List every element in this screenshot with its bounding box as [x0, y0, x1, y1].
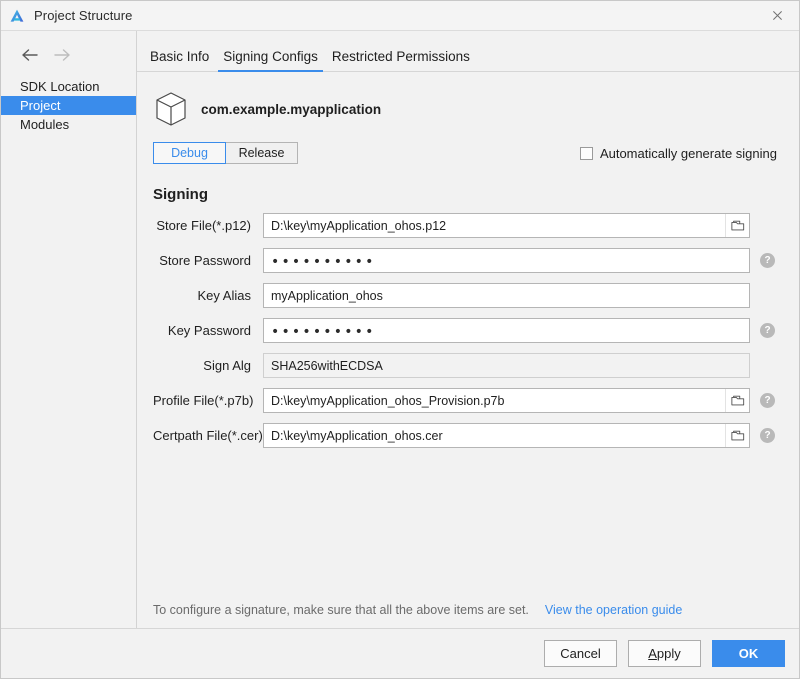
label-profile-file: Profile File(*.p7b) — [153, 393, 254, 408]
apply-button[interactable]: Apply — [628, 640, 701, 667]
package-cube-icon — [153, 90, 189, 128]
sidebar-item-sdk-location[interactable]: SDK Location — [1, 77, 136, 96]
label-sign-alg: Sign Alg — [203, 358, 251, 373]
help-icon-store-password[interactable]: ? — [760, 253, 775, 268]
nav-arrows — [1, 41, 136, 77]
help-icon-certpath-file[interactable]: ? — [760, 428, 775, 443]
package-header: com.example.myapplication — [137, 72, 799, 128]
close-icon[interactable] — [755, 1, 799, 29]
project-structure-dialog: Project Structure SDK Location Project M… — [0, 0, 800, 679]
input-profile-file[interactable]: D:\key\myApplication_ohos_Provision.p7b — [263, 388, 750, 413]
input-store-password[interactable]: •••••••••• — [263, 248, 750, 273]
ok-button[interactable]: OK — [712, 640, 785, 667]
help-icon-profile-file[interactable]: ? — [760, 393, 775, 408]
value-store-password: •••••••••• — [271, 253, 376, 270]
sidebar: SDK Location Project Modules — [1, 31, 137, 628]
input-sign-alg: SHA256withECDSA — [263, 353, 750, 378]
tab-signing-configs[interactable]: Signing Configs — [216, 49, 325, 72]
title-bar: Project Structure — [1, 1, 799, 31]
arrow-left-icon[interactable] — [19, 44, 41, 66]
operation-guide-link[interactable]: View the operation guide — [545, 603, 682, 617]
form-row-key-alias: Key Alias myApplication_ohos ? — [137, 283, 799, 308]
sidebar-item-modules[interactable]: Modules — [1, 115, 136, 134]
input-certpath-file[interactable]: D:\key\myApplication_ohos.cer — [263, 423, 750, 448]
tab-restricted-permissions[interactable]: Restricted Permissions — [325, 49, 477, 71]
signing-form: Store File(*.p12) D:\key\myApplication_o… — [137, 203, 799, 448]
auto-generate-signing-checkbox[interactable]: Automatically generate signing — [579, 145, 777, 161]
auto-generate-signing-label: Automatically generate signing — [599, 145, 777, 161]
sidebar-item-project[interactable]: Project — [1, 96, 136, 115]
folder-icon[interactable] — [725, 214, 749, 237]
footer-note-text: To configure a signature, make sure that… — [153, 603, 529, 617]
input-key-alias[interactable]: myApplication_ohos — [263, 283, 750, 308]
input-store-file[interactable]: D:\key\myApplication_ohos.p12 — [263, 213, 750, 238]
apply-label-rest: pply — [656, 646, 681, 661]
arrow-right-icon — [51, 44, 73, 66]
value-store-file: D:\key\myApplication_ohos.p12 — [271, 218, 447, 233]
deveco-logo-icon — [8, 7, 26, 25]
dialog-button-bar: Cancel Apply OK — [1, 628, 799, 678]
dialog-body: SDK Location Project Modules Basic Info … — [1, 31, 799, 628]
value-key-alias: myApplication_ohos — [271, 288, 383, 303]
folder-icon[interactable] — [725, 389, 749, 412]
variant-release-button[interactable]: Release — [225, 142, 298, 164]
package-name: com.example.myapplication — [201, 101, 382, 117]
apply-mnemonic: A — [648, 646, 657, 661]
label-store-file: Store File(*.p12) — [156, 218, 251, 233]
label-certpath-file: Certpath File(*.cer) — [153, 428, 263, 443]
input-key-password[interactable]: •••••••••• — [263, 318, 750, 343]
form-row-store-password: Store Password •••••••••• ? — [137, 248, 799, 273]
section-title-signing: Signing — [153, 186, 208, 203]
build-variant-toggle: Debug Release — [153, 142, 298, 164]
checkbox-box-icon — [579, 146, 593, 160]
main-panel: Basic Info Signing Configs Restricted Pe… — [137, 31, 799, 628]
cancel-button[interactable]: Cancel — [544, 640, 617, 667]
variant-row: Debug Release Automatically generate sig… — [137, 128, 799, 164]
folder-icon[interactable] — [725, 424, 749, 447]
form-row-certpath-file: Certpath File(*.cer) D:\key\myApplicatio… — [137, 423, 799, 448]
form-row-key-password: Key Password •••••••••• ? — [137, 318, 799, 343]
value-profile-file: D:\key\myApplication_ohos_Provision.p7b — [271, 393, 505, 408]
footer-note: To configure a signature, make sure that… — [137, 603, 799, 628]
tab-basic-info[interactable]: Basic Info — [143, 49, 216, 71]
form-row-profile-file: Profile File(*.p7b) D:\key\myApplication… — [137, 388, 799, 413]
value-sign-alg: SHA256withECDSA — [271, 358, 383, 373]
value-key-password: •••••••••• — [271, 323, 376, 340]
label-key-alias: Key Alias — [197, 288, 251, 303]
help-icon-key-password[interactable]: ? — [760, 323, 775, 338]
tab-content-signing-configs: com.example.myapplication Debug Release … — [137, 72, 799, 628]
value-certpath-file: D:\key\myApplication_ohos.cer — [271, 428, 443, 443]
label-store-password: Store Password — [159, 253, 251, 268]
variant-debug-button[interactable]: Debug — [153, 142, 226, 164]
window-title: Project Structure — [34, 8, 133, 23]
form-row-store-file: Store File(*.p12) D:\key\myApplication_o… — [137, 213, 799, 238]
tab-bar: Basic Info Signing Configs Restricted Pe… — [137, 31, 799, 72]
form-row-sign-alg: Sign Alg SHA256withECDSA ? — [137, 353, 799, 378]
label-key-password: Key Password — [167, 323, 251, 338]
